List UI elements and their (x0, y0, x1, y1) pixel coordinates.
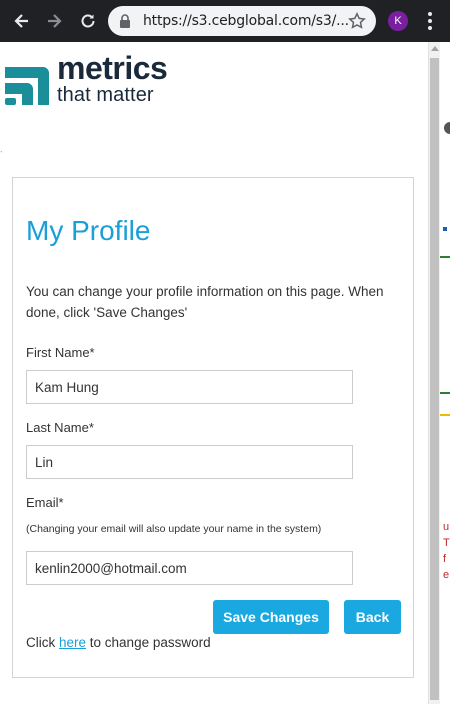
logo-mark-icon (5, 67, 49, 105)
back-arrow-icon[interactable] (10, 9, 34, 33)
change-password-link[interactable]: here (59, 635, 86, 650)
background-text: u (443, 521, 450, 533)
background-yellow-line (440, 414, 450, 416)
page-scrollbar[interactable] (428, 42, 440, 704)
change-password-prefix: Click (26, 635, 59, 650)
page-title: My Profile (26, 215, 151, 246)
save-changes-button[interactable]: Save Changes (213, 600, 329, 634)
url-text: https://s3.cebglobal.com/s3/... (143, 13, 349, 29)
stray-mark: ` (0, 150, 3, 160)
bookmark-star-icon[interactable] (348, 12, 366, 30)
forward-arrow-icon[interactable] (42, 9, 66, 33)
profile-avatar[interactable]: K (388, 11, 408, 31)
change-password-suffix: to change password (86, 635, 211, 650)
first-name-label: First Name* (26, 345, 95, 360)
background-text: T (443, 537, 450, 549)
logo-subtitle: that matter (57, 84, 154, 106)
background-page-edge: u T f e (440, 42, 450, 704)
email-input[interactable] (26, 551, 353, 585)
more-menu-icon[interactable] (422, 11, 438, 31)
back-button[interactable]: Back (344, 600, 401, 634)
address-bar[interactable]: https://s3.cebglobal.com/s3/... (108, 6, 376, 36)
background-green-line (440, 392, 450, 394)
profile-card: My Profile You can change your profile i… (12, 177, 414, 678)
metrics-logo[interactable]: metrics that matter (5, 50, 205, 108)
scrollbar-thumb[interactable] (430, 58, 439, 700)
intro-text: You can change your profile information … (26, 284, 384, 320)
background-circle-icon (444, 122, 450, 134)
browser-toolbar: https://s3.cebglobal.com/s3/... K (0, 0, 450, 42)
email-label: Email* (26, 495, 64, 510)
logo-title: metrics (57, 50, 168, 86)
email-hint: (Changing your email will also update yo… (26, 523, 322, 535)
change-password-line: Click here to change password (26, 635, 211, 650)
page-content: metrics that matter ` My Profile You can… (0, 42, 428, 704)
last-name-input[interactable] (26, 445, 353, 479)
last-name-label: Last Name* (26, 420, 94, 435)
background-dot (443, 227, 447, 231)
lock-icon (120, 14, 130, 28)
background-text: f (443, 553, 447, 565)
scroll-up-arrow-icon[interactable] (431, 46, 439, 51)
first-name-input[interactable] (26, 370, 353, 404)
background-green-line (440, 256, 450, 258)
background-text: e (443, 569, 450, 581)
reload-icon[interactable] (76, 9, 100, 33)
